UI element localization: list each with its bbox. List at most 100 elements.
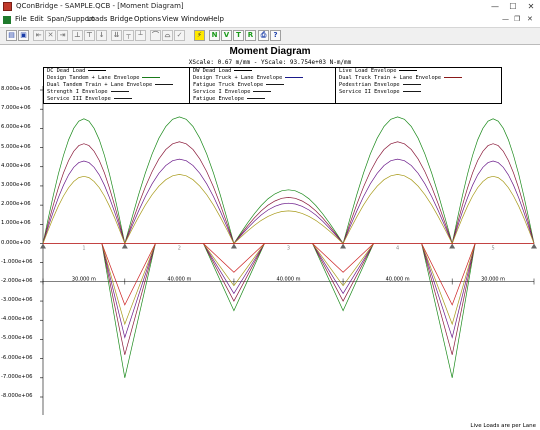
concentrated-load-icon[interactable]: ┬ (123, 30, 134, 41)
menu-options[interactable]: Options (134, 15, 161, 23)
scale-text: XScale: 0.67 m/mm - YScale: 93.754e+03 N… (188, 59, 352, 66)
maximize-icon[interactable]: ☐ (504, 0, 522, 13)
legend-label: DW Dead Load (193, 68, 232, 74)
legend-swatch (113, 98, 132, 99)
menu-loads[interactable]: Loads (87, 15, 107, 23)
legend-swatch (110, 91, 129, 92)
legend-label: Fatigue Truck Envelope (193, 82, 264, 88)
menu-help[interactable]: Help (208, 15, 224, 23)
positive-envelope-line (42, 116, 535, 245)
support-right-icon[interactable]: ⊤ (84, 30, 95, 41)
support-icon (340, 243, 347, 249)
print-icon[interactable]: ⎙ (258, 30, 269, 41)
positive-envelope-line (42, 141, 535, 245)
negative-envelope-line (101, 243, 476, 339)
legend-item: Dual Tandem Train + Lane Envelope (44, 82, 190, 89)
save-file-icon[interactable]: ▣ (18, 30, 29, 41)
delete-span-icon[interactable]: ✕ (45, 30, 56, 41)
legend-swatch (253, 91, 272, 92)
menu-file[interactable]: File (15, 15, 27, 23)
legend-swatch (402, 84, 421, 85)
support-icon (531, 243, 537, 249)
minimize-icon[interactable]: — (486, 0, 504, 13)
legend-swatch (266, 84, 285, 85)
y-tick-label: -5.000e+06 (1, 335, 33, 342)
y-tick-label: -8.000e+06 (1, 393, 33, 399)
diagram-title: Moment Diagram (229, 46, 311, 57)
analyze-icon[interactable]: ⚡ (194, 30, 205, 41)
mdi-minimize-icon[interactable]: — (502, 15, 509, 23)
legend-item: Pedestrian Envelope (336, 82, 503, 89)
menu-bar: File Edit Span/Support Loads Bridge Opti… (0, 14, 540, 26)
legend-label: Dual Truck Train + Lane Envelope (339, 75, 442, 81)
toolbar: ▤ ▣ ⇤ ✕ ⇥ ⊥ ⊤ ↓ ⇊ ┬ ┴ ⌒ ⌓ ✓ ⚡ N V T R ⎙? (0, 27, 540, 45)
moment-icon[interactable]: ⌒ (150, 30, 161, 41)
legend-label: Service II Envelope (339, 89, 400, 95)
span-number-label: 4 (396, 246, 399, 252)
check-icon[interactable]: ✓ (174, 30, 185, 41)
legend-item: Service III Envelope (44, 96, 190, 103)
legend-label: Strength I Envelope (47, 89, 108, 95)
menu-view[interactable]: View (162, 15, 179, 23)
v-diagram-icon[interactable]: V (221, 30, 232, 41)
legend-item: Dual Truck Train + Lane Envelope (336, 75, 503, 82)
legend-item: Fatigue Truck Envelope (190, 82, 336, 89)
open-file-icon[interactable]: ▤ (6, 30, 17, 41)
t-diagram-icon[interactable]: T (233, 30, 244, 41)
menu-bridge[interactable]: Bridge (110, 15, 133, 23)
y-tick-label: -1.000e+06 (1, 258, 33, 265)
legend-label: DC Dead Load (47, 68, 86, 74)
legend-label: Dual Tandem Train + Lane Envelope (47, 82, 153, 88)
y-tick-label: -7.000e+06 (1, 373, 33, 380)
help-icon[interactable]: ? (270, 30, 281, 41)
shear-icon[interactable]: ⌓ (162, 30, 173, 41)
menu-edit[interactable]: Edit (30, 15, 44, 23)
uniform-load-icon[interactable]: ⇊ (111, 30, 122, 41)
y-tick-label: 3.000e+06 (1, 181, 31, 188)
legend-label: Pedestrian Envelope (339, 82, 400, 88)
n-diagram-icon[interactable]: N (209, 30, 220, 41)
legend-swatch (285, 77, 304, 78)
r-diagram-icon[interactable]: R (245, 30, 256, 41)
y-tick-label: -2.000e+06 (1, 277, 33, 284)
legend-swatch (444, 77, 463, 78)
legend-swatch (88, 70, 107, 71)
legend-item: Design Tandem + Lane Envelope (44, 75, 190, 82)
legend-item: DC Dead Load (44, 68, 190, 75)
legend-item: DW Dead Load (190, 68, 336, 75)
span-number-label: 3 (287, 246, 290, 252)
legend-label: Fatigue Envelope (193, 96, 245, 102)
legend-item: Fatigue Envelope (190, 96, 336, 103)
y-tick-label: 1.000e+06 (1, 220, 31, 227)
load-envelope-icon[interactable]: ┴ (135, 30, 146, 41)
span-properties-icon[interactable]: ⇥ (57, 30, 68, 41)
span-length-label: 30.000 m (72, 277, 96, 283)
moment-diagram-canvas: 30.000 m 1 40.000 m 2 40.000 m 3 40.000 m 4 30.0… (0, 44, 540, 430)
y-tick-label: -6.000e+06 (1, 354, 33, 361)
legend-label: Service I Envelope (193, 89, 251, 95)
menu-window[interactable]: Window (181, 15, 209, 23)
y-tick-label: 6.000e+06 (1, 124, 31, 131)
close-icon[interactable]: ✕ (522, 0, 540, 13)
y-tick-label: -4.000e+06 (1, 316, 33, 323)
legend-swatch (234, 70, 253, 71)
point-load-icon[interactable]: ↓ (96, 30, 107, 41)
legend-swatch (399, 70, 418, 71)
support-icon (40, 243, 46, 249)
legend-label: Service III Envelope (47, 96, 111, 102)
insert-span-icon[interactable]: ⇤ (33, 30, 44, 41)
legend-item: Live Load Envelope (336, 68, 503, 75)
negative-envelope-line (101, 243, 476, 378)
mdi-close-icon[interactable]: ✕ (527, 15, 533, 23)
span-length-label: 40.000 m (277, 277, 301, 283)
legend-swatch (247, 98, 266, 99)
support-left-icon[interactable]: ⊥ (72, 30, 83, 41)
y-tick-label: 0.000e+00 (1, 239, 31, 246)
negative-envelope-line (101, 243, 476, 355)
qconbridge-app-icon (3, 2, 12, 11)
document-icon[interactable] (3, 16, 11, 24)
mdi-restore-icon[interactable]: ❐ (514, 15, 520, 23)
negative-envelope-line (101, 243, 476, 306)
positive-envelope-line (42, 174, 535, 245)
legend-item: Design Truck + Lane Envelope (190, 75, 336, 82)
